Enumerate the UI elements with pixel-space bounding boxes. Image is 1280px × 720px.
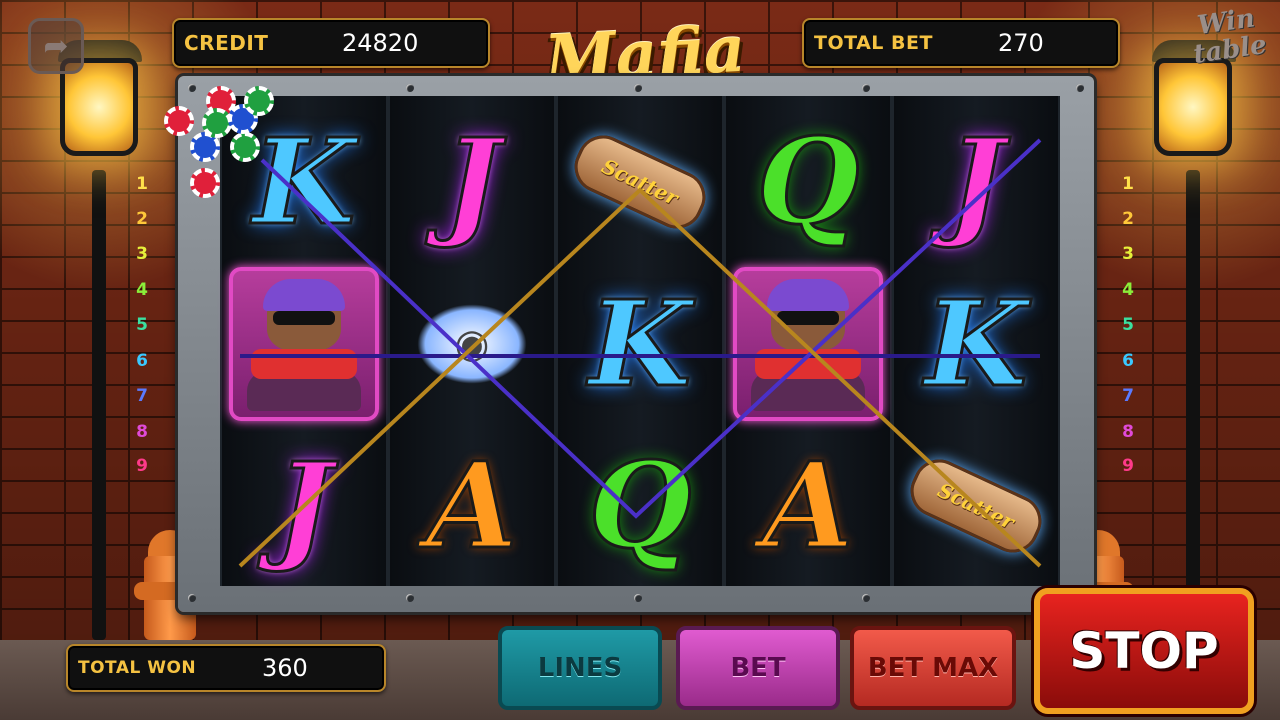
symbol-scatter: Scatter: [894, 424, 1058, 587]
total-bet-panel: TOTAL BET 270: [802, 18, 1120, 68]
credit-panel: CREDIT 24820: [172, 18, 490, 68]
brass-knuckles-icon: ◉: [417, 303, 527, 384]
stop-button[interactable]: STOP: [1034, 588, 1254, 714]
bet-max-button[interactable]: BET MAX: [850, 626, 1016, 710]
line-number[interactable]: 7: [1118, 386, 1138, 406]
line-number[interactable]: 1: [1118, 174, 1138, 194]
symbol-j: J: [947, 111, 1006, 253]
reels-area: K J J ◉ A Scatter K Q Q A J K Scatter: [220, 96, 1060, 586]
reel-5: J K Scatter: [892, 96, 1060, 586]
symbol-j: J: [443, 111, 502, 253]
line-number[interactable]: 8: [132, 422, 152, 442]
symbol-k: K: [587, 273, 693, 415]
symbol-q: Q: [755, 111, 861, 253]
symbol-j: J: [275, 435, 334, 577]
scatter-bullet-icon: Scatter: [902, 450, 1050, 561]
line-number[interactable]: 3: [1118, 244, 1138, 264]
symbol-scatter: Scatter: [558, 100, 722, 263]
reel-3: Scatter K Q: [556, 96, 724, 586]
total-won-value: 360: [262, 654, 308, 682]
line-number[interactable]: 9: [1118, 456, 1138, 476]
symbol-q: Q: [587, 435, 693, 577]
reel-1: K J: [220, 96, 388, 586]
symbol-bandit: [726, 262, 890, 425]
line-number[interactable]: 5: [1118, 315, 1138, 335]
line-number[interactable]: 1: [132, 174, 152, 194]
symbol-bandit: [222, 262, 386, 425]
scatter-bullet-icon: Scatter: [566, 126, 714, 237]
total-bet-value: 270: [998, 29, 1044, 57]
bet-button[interactable]: BET: [676, 626, 840, 710]
reel-4: Q A: [724, 96, 892, 586]
line-number[interactable]: 2: [1118, 209, 1138, 229]
left-lamp-post: [92, 170, 106, 640]
brand-logo: Win table: [1191, 3, 1269, 70]
bandit-icon: [733, 266, 883, 421]
lines-button[interactable]: LINES: [498, 626, 662, 710]
back-arrow-icon[interactable]: ➦: [28, 18, 84, 74]
total-bet-label: TOTAL BET: [814, 32, 933, 54]
line-number[interactable]: 4: [132, 280, 152, 300]
symbol-k: K: [923, 273, 1029, 415]
line-number[interactable]: 3: [132, 244, 152, 264]
bandit-icon: [229, 266, 379, 421]
line-number[interactable]: 7: [132, 386, 152, 406]
symbol-knuckles: ◉: [390, 262, 554, 425]
right-lamp-post: [1186, 170, 1200, 640]
reel-2: J ◉ A: [388, 96, 556, 586]
line-number[interactable]: 8: [1118, 422, 1138, 442]
credit-label: CREDIT: [184, 31, 269, 55]
line-number[interactable]: 9: [132, 456, 152, 476]
symbol-a: A: [425, 435, 520, 577]
line-number[interactable]: 6: [132, 351, 152, 371]
line-number[interactable]: 4: [1118, 280, 1138, 300]
line-number[interactable]: 5: [132, 315, 152, 335]
line-number[interactable]: 6: [1118, 351, 1138, 371]
line-number[interactable]: 2: [132, 209, 152, 229]
total-won-label: TOTAL WON: [78, 658, 197, 678]
total-won-panel: TOTAL WON 360: [66, 644, 386, 692]
credit-value: 24820: [342, 29, 419, 57]
symbol-a: A: [761, 435, 856, 577]
